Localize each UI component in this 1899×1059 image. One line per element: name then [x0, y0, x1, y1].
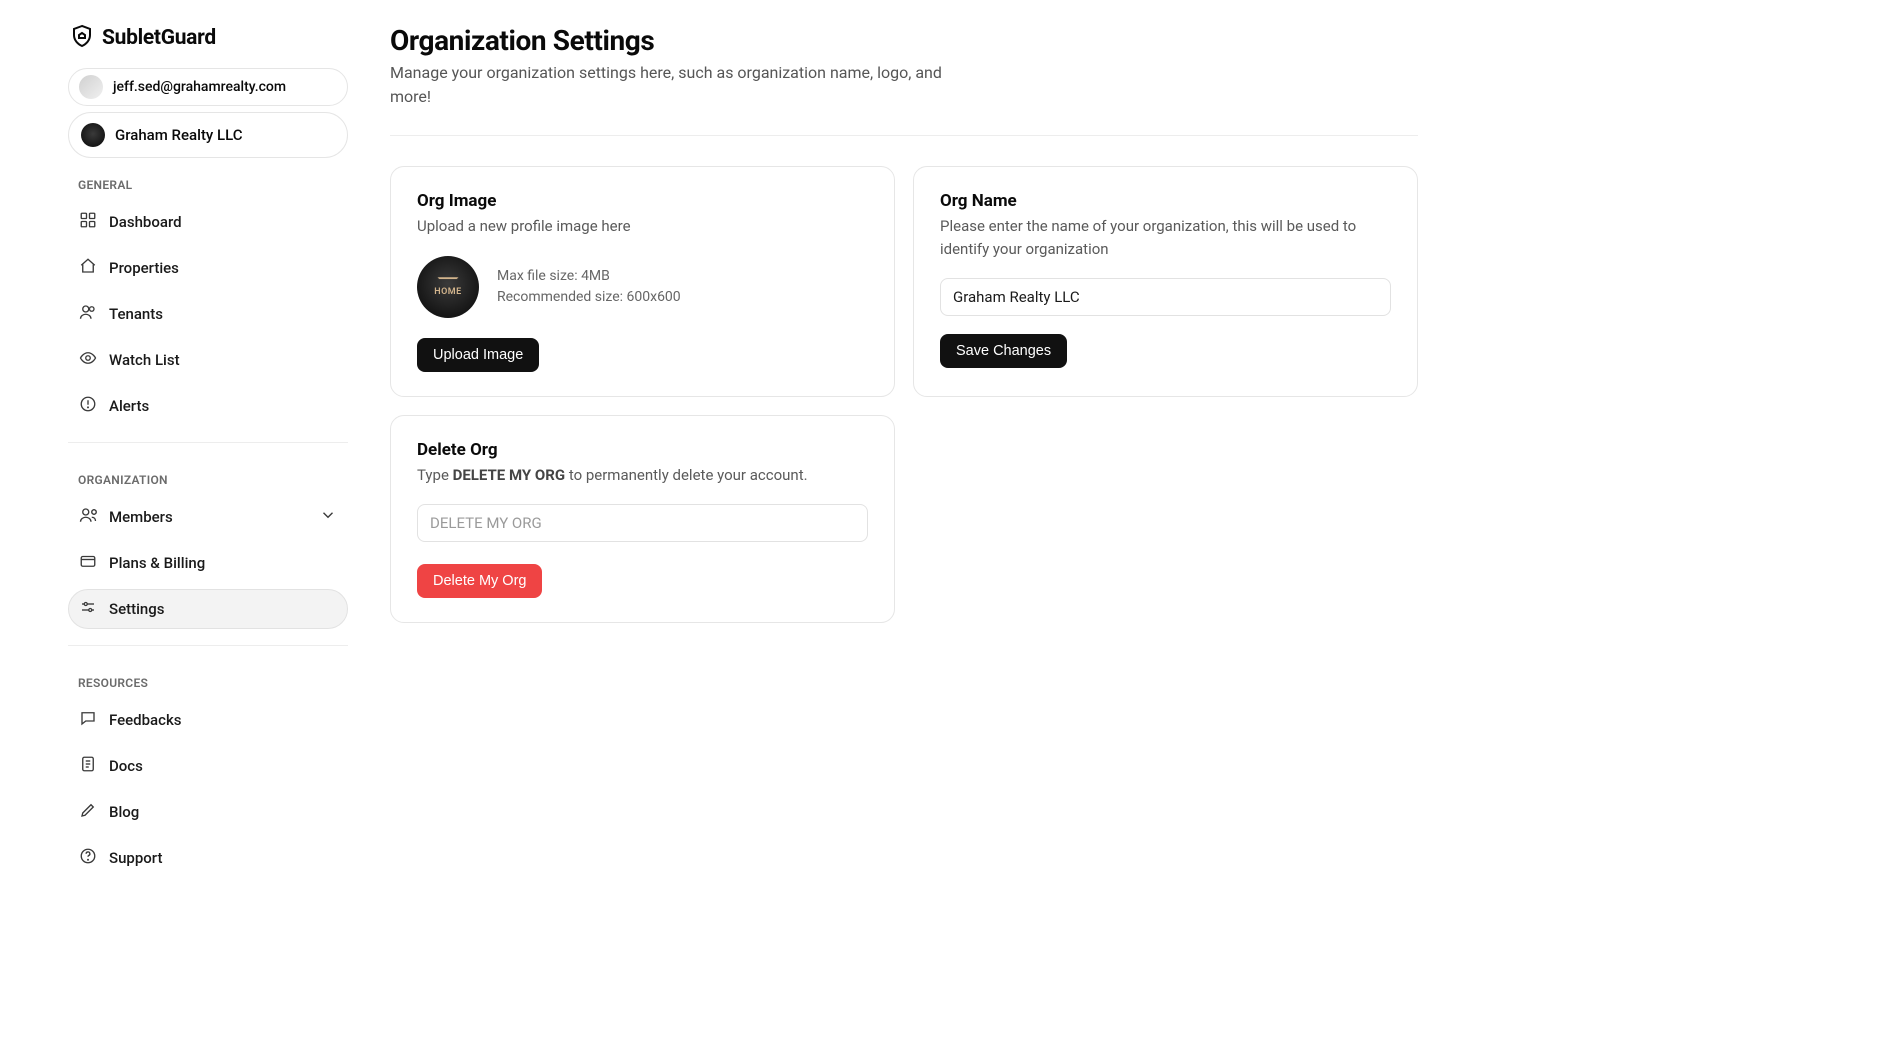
nav-section-resources: RESOURCES [68, 662, 348, 694]
sidebar-item-label: Plans & Billing [109, 554, 205, 572]
sidebar-item-label: Dashboard [109, 213, 182, 231]
chat-icon [79, 709, 97, 731]
sidebar-item-label: Members [109, 508, 173, 526]
sidebar-item-label: Support [109, 849, 162, 867]
sidebar-item-tenants[interactable]: Tenants [68, 294, 348, 334]
sidebar-item-blog[interactable]: Blog [68, 792, 348, 832]
user-avatar-icon [79, 75, 103, 99]
sliders-icon [79, 598, 97, 620]
sidebar-item-dashboard[interactable]: Dashboard [68, 202, 348, 242]
docs-icon [79, 755, 97, 777]
card-title: Delete Org [417, 440, 868, 460]
upload-image-button[interactable]: Upload Image [417, 338, 539, 372]
sidebar-item-settings[interactable]: Settings [68, 589, 348, 629]
card-subtitle: Type DELETE MY ORG to permanently delete… [417, 464, 868, 487]
org-name-input[interactable] [940, 278, 1391, 316]
home-icon [79, 257, 97, 279]
delete-prefix: Type [417, 466, 453, 484]
save-changes-button[interactable]: Save Changes [940, 334, 1067, 368]
sidebar-item-label: Properties [109, 259, 179, 277]
nav-divider [68, 645, 348, 646]
page-subtitle: Manage your organization settings here, … [390, 61, 950, 109]
org-name-card: Org Name Please enter the name of your o… [913, 166, 1418, 397]
nav-section-general: GENERAL [68, 164, 348, 196]
sidebar-item-watchlist[interactable]: Watch List [68, 340, 348, 380]
shield-home-icon [70, 24, 94, 52]
card-icon [79, 552, 97, 574]
rec-size-text: Recommended size: 600x600 [497, 287, 681, 308]
sidebar-item-label: Watch List [109, 351, 180, 369]
org-account-pill[interactable]: Graham Realty LLC [68, 112, 348, 158]
delete-org-card: Delete Org Type DELETE MY ORG to permane… [390, 415, 895, 624]
eye-icon [79, 349, 97, 371]
card-subtitle: Upload a new profile image here [417, 215, 868, 238]
sidebar-item-label: Blog [109, 803, 139, 821]
users-icon [79, 303, 97, 325]
sidebar-item-members[interactable]: Members [68, 497, 348, 537]
divider [390, 135, 1418, 136]
help-icon [79, 847, 97, 869]
sidebar-item-docs[interactable]: Docs [68, 746, 348, 786]
org-image-preview: HOME [417, 256, 479, 318]
sidebar-item-alerts[interactable]: Alerts [68, 386, 348, 426]
page-title: Organization Settings [390, 24, 1418, 57]
sidebar-item-plans-billing[interactable]: Plans & Billing [68, 543, 348, 583]
user-account-pill[interactable]: jeff.sed@grahamrealty.com [68, 68, 348, 106]
org-avatar-icon [81, 123, 105, 147]
nav-divider [68, 442, 348, 443]
members-icon [79, 506, 97, 528]
sidebar-item-label: Feedbacks [109, 711, 182, 729]
brand-name: SubletGuard [102, 26, 216, 50]
dashboard-icon [79, 211, 97, 233]
card-title: Org Name [940, 191, 1391, 211]
main-content: Organization Settings Manage your organi… [358, 0, 1458, 1059]
image-requirements: Max file size: 4MB Recommended size: 600… [497, 266, 681, 308]
org-image-card: Org Image Upload a new profile image her… [390, 166, 895, 397]
delete-suffix: to permanently delete your account. [565, 466, 807, 484]
sidebar-item-label: Tenants [109, 305, 163, 323]
delete-bold: DELETE MY ORG [453, 466, 565, 484]
sidebar-item-label: Alerts [109, 397, 149, 415]
sidebar-item-support[interactable]: Support [68, 838, 348, 878]
brand-logo[interactable]: SubletGuard [68, 18, 348, 62]
card-subtitle: Please enter the name of your organizati… [940, 215, 1391, 260]
sidebar-item-label: Docs [109, 757, 143, 775]
delete-confirm-input[interactable] [417, 504, 868, 542]
sidebar: SubletGuard jeff.sed@grahamrealty.com Gr… [58, 0, 358, 1059]
max-size-text: Max file size: 4MB [497, 266, 681, 287]
nav-section-organization: ORGANIZATION [68, 459, 348, 491]
chevron-down-icon [319, 506, 337, 528]
org-name-label: Graham Realty LLC [115, 126, 243, 144]
sidebar-item-label: Settings [109, 600, 165, 618]
sidebar-item-feedbacks[interactable]: Feedbacks [68, 700, 348, 740]
delete-org-button[interactable]: Delete My Org [417, 564, 542, 598]
user-email-label: jeff.sed@grahamrealty.com [113, 79, 286, 95]
sidebar-item-properties[interactable]: Properties [68, 248, 348, 288]
alert-icon [79, 395, 97, 417]
card-title: Org Image [417, 191, 868, 211]
pen-icon [79, 801, 97, 823]
